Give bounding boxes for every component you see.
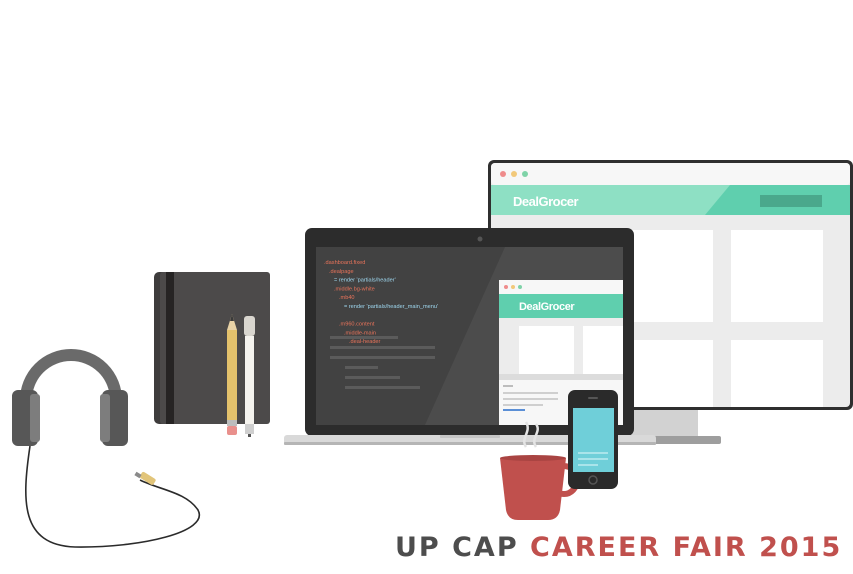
code-line: = render 'partials/header_main_menu' [344, 304, 438, 310]
smartphone-icon [568, 390, 618, 489]
code-line: = render 'partials/header' [334, 278, 396, 284]
pencil-icon [227, 314, 237, 435]
laptop-brand-logo: DealGrocer [519, 301, 575, 313]
code-line: .dealpage [329, 269, 354, 275]
code-line: .dashboard.fixed [324, 260, 365, 266]
code-line: .deal-header [349, 339, 381, 345]
code-line: .mb40 [339, 295, 355, 301]
illustration-scene: DealGrocer .dashboard.fixed .dealpage = … [0, 0, 853, 569]
career-fair-headline: UP CAP CAREER FAIR 2015 [395, 532, 842, 564]
headline-event: CAREER FAIR 2015 [530, 532, 843, 563]
code-line: .m960.content [339, 322, 375, 328]
headline-org: UP CAP [395, 532, 519, 563]
code-line: .middle.bg-white [334, 286, 375, 292]
pen-icon [244, 316, 255, 437]
code-line: .middle-main [344, 330, 376, 336]
monitor-brand-logo: DealGrocer [513, 194, 579, 209]
